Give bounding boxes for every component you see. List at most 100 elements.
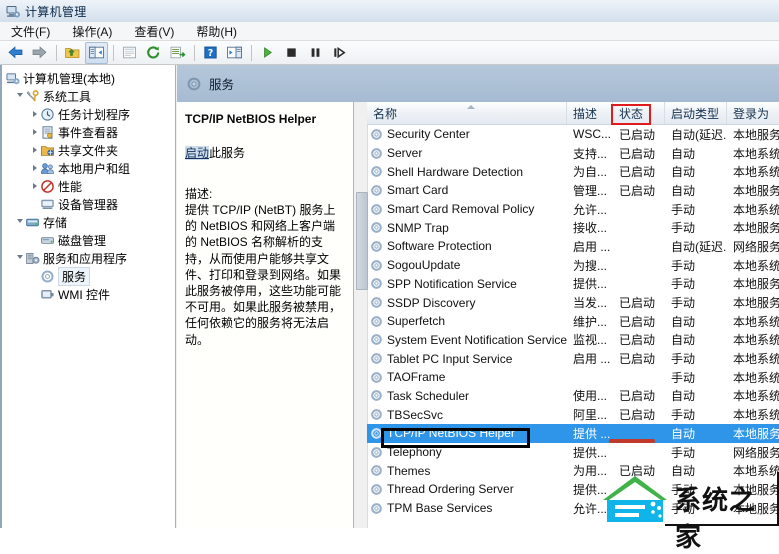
sidebar-item-task-scheduler[interactable]: 任务计划程序: [3, 105, 175, 123]
expander-closed-icon[interactable]: [29, 123, 40, 141]
service-gear-icon: [370, 371, 383, 384]
cell-log-on-as: 本地服务: [733, 482, 779, 497]
sidebar-item-services[interactable]: 服务: [3, 266, 175, 286]
cell-description: 允许...: [573, 202, 608, 217]
expander-open-icon[interactable]: [14, 249, 25, 267]
sidebar-item-wmi-control[interactable]: WMI 控件: [3, 285, 175, 303]
column-header-startup-type[interactable]: 启动类型: [665, 102, 727, 124]
sidebar-item-performance[interactable]: 性能: [3, 177, 175, 195]
table-row[interactable]: SPP Notification Service 提供... 手动 本地服务: [367, 275, 779, 294]
column-header-status[interactable]: 状态: [613, 102, 665, 124]
menu-action[interactable]: 操作(A): [69, 22, 115, 41]
cell-log-on-as: 本地系统: [733, 314, 779, 329]
back-icon[interactable]: [4, 42, 27, 64]
list-content: 名称 描述 状态 启动类型 登录为 Security Center WSC... 已…: [367, 102, 779, 528]
sidebar-item-device-manager[interactable]: 设备管理器: [3, 195, 175, 213]
expander-closed-icon[interactable]: [29, 177, 40, 195]
cell-log-on-as: 本地系统: [733, 146, 779, 161]
expander-closed-icon[interactable]: [29, 159, 40, 177]
table-row[interactable]: Themes 为用... 已启动 自动 本地系统: [367, 461, 779, 480]
table-row[interactable]: Superfetch 维护... 已启动 自动 本地系统: [367, 312, 779, 331]
detail-pane-body: TCP/IP NetBIOS Helper 启动此服务 描述: 提供 TCP/I…: [177, 102, 353, 348]
menu-file[interactable]: 文件(F): [8, 22, 53, 41]
table-row[interactable]: Software Protection 启用 ... 自动(延迟... 网络服务: [367, 237, 779, 256]
sidebar-item-label: 性能: [58, 179, 83, 194]
window-title: 计算机管理: [25, 4, 87, 19]
sidebar-item-label: 系统工具: [43, 89, 92, 104]
column-header-log-on-as[interactable]: 登录为: [727, 102, 779, 124]
table-row[interactable]: SNMP Trap 接收... 手动 本地服务: [367, 218, 779, 237]
expander-closed-icon[interactable]: [29, 141, 40, 159]
description-text: 提供 TCP/IP (NetBT) 服务上的 NetBIOS 和网络上客户端的 …: [185, 203, 342, 347]
sidebar-item-event-viewer[interactable]: 事件查看器: [3, 123, 175, 141]
sidebar-item-system-tools[interactable]: 系统工具: [3, 87, 175, 105]
service-gear-icon: [370, 446, 383, 459]
cell-description: 维护...: [573, 314, 608, 329]
sidebar-item-label: 任务计划程序: [58, 107, 131, 122]
table-row[interactable]: System Event Notification Service 监视... 已启…: [367, 331, 779, 350]
wmi-control-icon: [40, 287, 55, 302]
cell-description: WSC...: [573, 127, 611, 142]
table-row[interactable]: TBSecSvc 阿里... 已启动 手动 本地系统: [367, 405, 779, 424]
table-row[interactable]: Smart Card Removal Policy 允许... 手动 本地系统: [367, 200, 779, 219]
table-row[interactable]: Shell Hardware Detection 为自... 已启动 自动 本地系统: [367, 162, 779, 181]
restart-service-icon[interactable]: [328, 42, 351, 64]
pause-service-icon[interactable]: [304, 42, 327, 64]
properties-icon[interactable]: [118, 42, 141, 64]
table-row[interactable]: Task Scheduler 使用... 已启动 自动 本地系统: [367, 387, 779, 406]
cell-startup-type: 自动: [671, 146, 696, 161]
tree-root[interactable]: 计算机管理(本地): [3, 69, 175, 87]
sidebar-item-local-users-groups[interactable]: 本地用户和组: [3, 159, 175, 177]
table-row[interactable]: Thread Ordering Server 提供... 手动 本地服务: [367, 480, 779, 499]
sidebar-item-shared-folders[interactable]: 共享文件夹: [3, 141, 175, 159]
forward-icon[interactable]: [28, 42, 51, 64]
expander-none: [29, 231, 40, 249]
performance-icon: [40, 179, 55, 194]
cell-startup-type: 自动: [671, 165, 696, 180]
sidebar-item-storage[interactable]: 存储: [3, 213, 175, 231]
table-row[interactable]: Server 支持... 已启动 自动 本地系统: [367, 144, 779, 163]
cell-startup-type: 手动: [671, 445, 696, 460]
show-hide-console-tree-icon[interactable]: [85, 41, 108, 64]
sidebar-item-disk-management[interactable]: 磁盘管理: [3, 231, 175, 249]
service-gear-icon: [370, 464, 383, 477]
service-gear-icon: [370, 408, 383, 421]
expander-open-icon[interactable]: [14, 213, 25, 231]
start-service-link[interactable]: 启动: [185, 146, 210, 160]
expander-closed-icon[interactable]: [29, 105, 40, 123]
service-gear-icon: [370, 277, 383, 290]
export-list-icon[interactable]: [166, 42, 189, 64]
cell-service-name: SSDP Discovery: [367, 296, 567, 310]
table-row[interactable]: TPM Base Services 允许... 手动 本地服务: [367, 499, 779, 518]
table-row[interactable]: Smart Card 管理... 已启动 自动 本地服务: [367, 181, 779, 200]
help-icon[interactable]: ?: [199, 42, 222, 64]
menu-view[interactable]: 查看(V): [131, 22, 177, 41]
service-name-label: SPP Notification Service: [387, 276, 517, 291]
table-row[interactable]: SSDP Discovery 当发... 已启动 手动 本地服务: [367, 293, 779, 312]
stop-service-icon[interactable]: [280, 42, 303, 64]
column-header-description[interactable]: 描述: [567, 102, 613, 124]
table-row[interactable]: SogouUpdate 为搜... 手动 本地系统: [367, 256, 779, 275]
services-icon: [186, 76, 202, 92]
service-name-label: TCP/IP NetBIOS Helper: [387, 426, 515, 441]
expander-open-icon[interactable]: [14, 87, 25, 105]
service-action-line: 启动此服务: [185, 146, 346, 161]
table-row[interactable]: TCP/IP NetBIOS Helper 提供 ... 自动 本地服务: [367, 424, 779, 443]
table-row[interactable]: Tablet PC Input Service 启用 ... 已启动 手动 本地系统: [367, 349, 779, 368]
start-service-icon[interactable]: [256, 42, 279, 64]
show-action-pane-icon[interactable]: [223, 42, 246, 64]
sidebar-item-services-applications[interactable]: 服务和应用程序: [3, 249, 175, 267]
cell-service-name: Software Protection: [367, 239, 567, 253]
column-header-description-label: 描述: [573, 106, 598, 121]
shared-folders-icon: [40, 143, 55, 158]
table-row[interactable]: Telephony 提供... 手动 网络服务: [367, 443, 779, 462]
system-tools-icon: [25, 89, 40, 104]
menu-help[interactable]: 帮助(H): [193, 22, 240, 41]
table-row[interactable]: TAOFrame 手动 本地系统: [367, 368, 779, 387]
service-name-label: System Event Notification Service: [387, 332, 567, 347]
table-row[interactable]: Security Center WSC... 已启动 自动(延迟... 本地服务: [367, 125, 779, 144]
refresh-icon[interactable]: [142, 42, 165, 64]
column-header-name[interactable]: 名称: [367, 102, 567, 124]
up-folder-icon[interactable]: [61, 42, 84, 64]
cell-service-name: Themes: [367, 464, 567, 478]
